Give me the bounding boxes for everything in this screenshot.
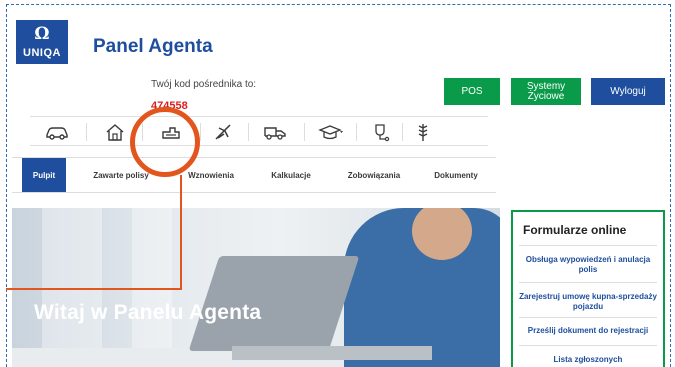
product-icon-bar [30, 116, 488, 146]
truck-icon[interactable] [262, 121, 288, 143]
tab-kalkulacje[interactable]: Kalkulacje [256, 158, 326, 192]
separator [248, 123, 249, 141]
separator [402, 123, 403, 141]
separator [86, 123, 87, 141]
form-link-vehicle-sale[interactable]: Zarejestruj umowę kupna-sprzedaży pojazd… [519, 292, 657, 312]
wheat-icon[interactable] [410, 121, 436, 143]
car-icon[interactable] [44, 121, 70, 143]
separator [519, 345, 657, 346]
highlight-circle [130, 107, 200, 177]
main-tabs: Pulpit Zawarte polisy Wznowienia Kalkula… [12, 157, 496, 193]
tab-zobowiazania[interactable]: Zobowiązania [334, 158, 414, 192]
separator [519, 245, 657, 246]
separator [519, 282, 657, 283]
logout-button[interactable]: Wyloguj [591, 78, 665, 105]
callout-line-horizontal [6, 288, 182, 290]
separator [356, 123, 357, 141]
agent-code-label: Twój kod pośrednika to: [151, 79, 257, 90]
form-link-cancellations[interactable]: Obsługa wypowiedzeń i anulacja polis [519, 255, 657, 275]
form-link-reported-list[interactable]: Lista zgłoszonych [519, 355, 657, 365]
online-forms-panel: Formularze online Obsługa wypowiedzeń i … [511, 210, 665, 367]
graduation-cap-icon[interactable] [318, 121, 344, 143]
separator [519, 317, 657, 318]
logo-mark: Ω [34, 24, 50, 44]
form-link-upload-document[interactable]: Prześlij dokument do rejestracji [519, 326, 657, 336]
callout-line-vertical [180, 175, 182, 290]
tab-dokumenty[interactable]: Dokumenty [420, 158, 492, 192]
hero-laptop-base [232, 346, 432, 360]
logo-text: UNIQA [23, 47, 61, 59]
hero-title: Witaj w Panelu Agenta [34, 301, 262, 324]
medical-icon[interactable] [368, 121, 394, 143]
forms-title: Formularze online [523, 223, 627, 237]
systems-button[interactable]: Systemy Życiowe [511, 78, 581, 105]
separator [304, 123, 305, 141]
home-icon[interactable] [102, 121, 128, 143]
separator [200, 123, 201, 141]
pos-button[interactable]: POS [444, 78, 500, 105]
travel-plane-icon[interactable] [210, 121, 236, 143]
page-title: Panel Agenta [93, 36, 213, 57]
tab-pulpit[interactable]: Pulpit [22, 158, 66, 192]
uniqa-logo[interactable]: Ω UNIQA [16, 20, 68, 64]
